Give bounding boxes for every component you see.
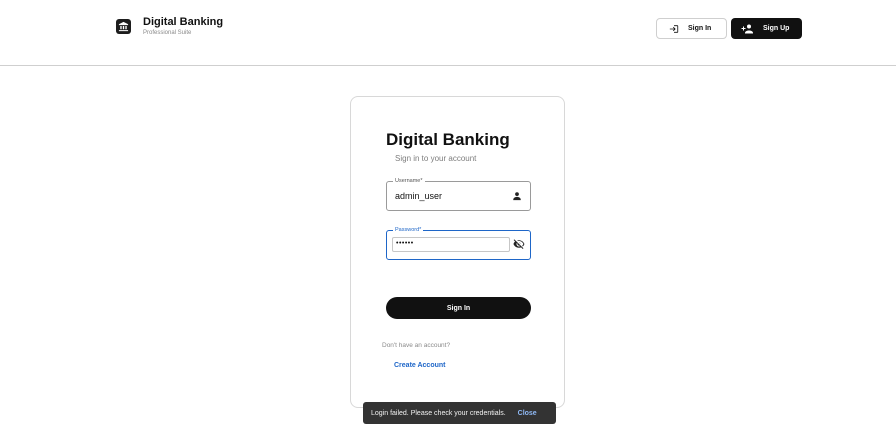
app-header: Digital Banking Professional Suite Sign … — [0, 0, 896, 66]
header-sign-in-button[interactable]: Sign In — [656, 18, 727, 39]
sign-in-button[interactable]: Sign In — [386, 297, 531, 319]
username-field[interactable]: Username* admin_user — [386, 178, 531, 211]
password-label: Password* — [393, 227, 424, 234]
login-card: Digital Banking Sign in to your account … — [350, 96, 565, 408]
login-icon — [669, 24, 679, 34]
header-sign-in-label: Sign In — [688, 25, 712, 32]
password-input[interactable]: •••••• — [392, 237, 510, 252]
create-account-link[interactable]: Create Account — [394, 362, 445, 369]
bank-icon — [116, 19, 131, 34]
toast-message: Login failed. Please check your credenti… — [371, 409, 506, 417]
person-add-icon — [741, 24, 754, 34]
toast-close-button[interactable]: Close — [518, 410, 537, 417]
username-label: Username* — [393, 178, 425, 185]
password-field[interactable]: Password* •••••• — [386, 227, 531, 260]
no-account-text: Don't have an account? — [382, 342, 451, 349]
person-icon — [512, 191, 522, 201]
login-subtitle: Sign in to your account — [395, 154, 477, 163]
brand-text: Digital Banking Professional Suite — [143, 16, 224, 37]
username-value[interactable]: admin_user — [395, 191, 442, 201]
visibility-off-icon[interactable] — [513, 238, 525, 250]
header-sign-up-button[interactable]: Sign Up — [731, 18, 802, 39]
header-sign-up-label: Sign Up — [763, 25, 790, 32]
brand-subtitle: Professional Suite — [143, 30, 192, 36]
brand-title: Digital Banking — [143, 16, 224, 28]
login-title: Digital Banking — [386, 130, 510, 149]
brand[interactable]: Digital Banking Professional Suite — [116, 17, 223, 36]
